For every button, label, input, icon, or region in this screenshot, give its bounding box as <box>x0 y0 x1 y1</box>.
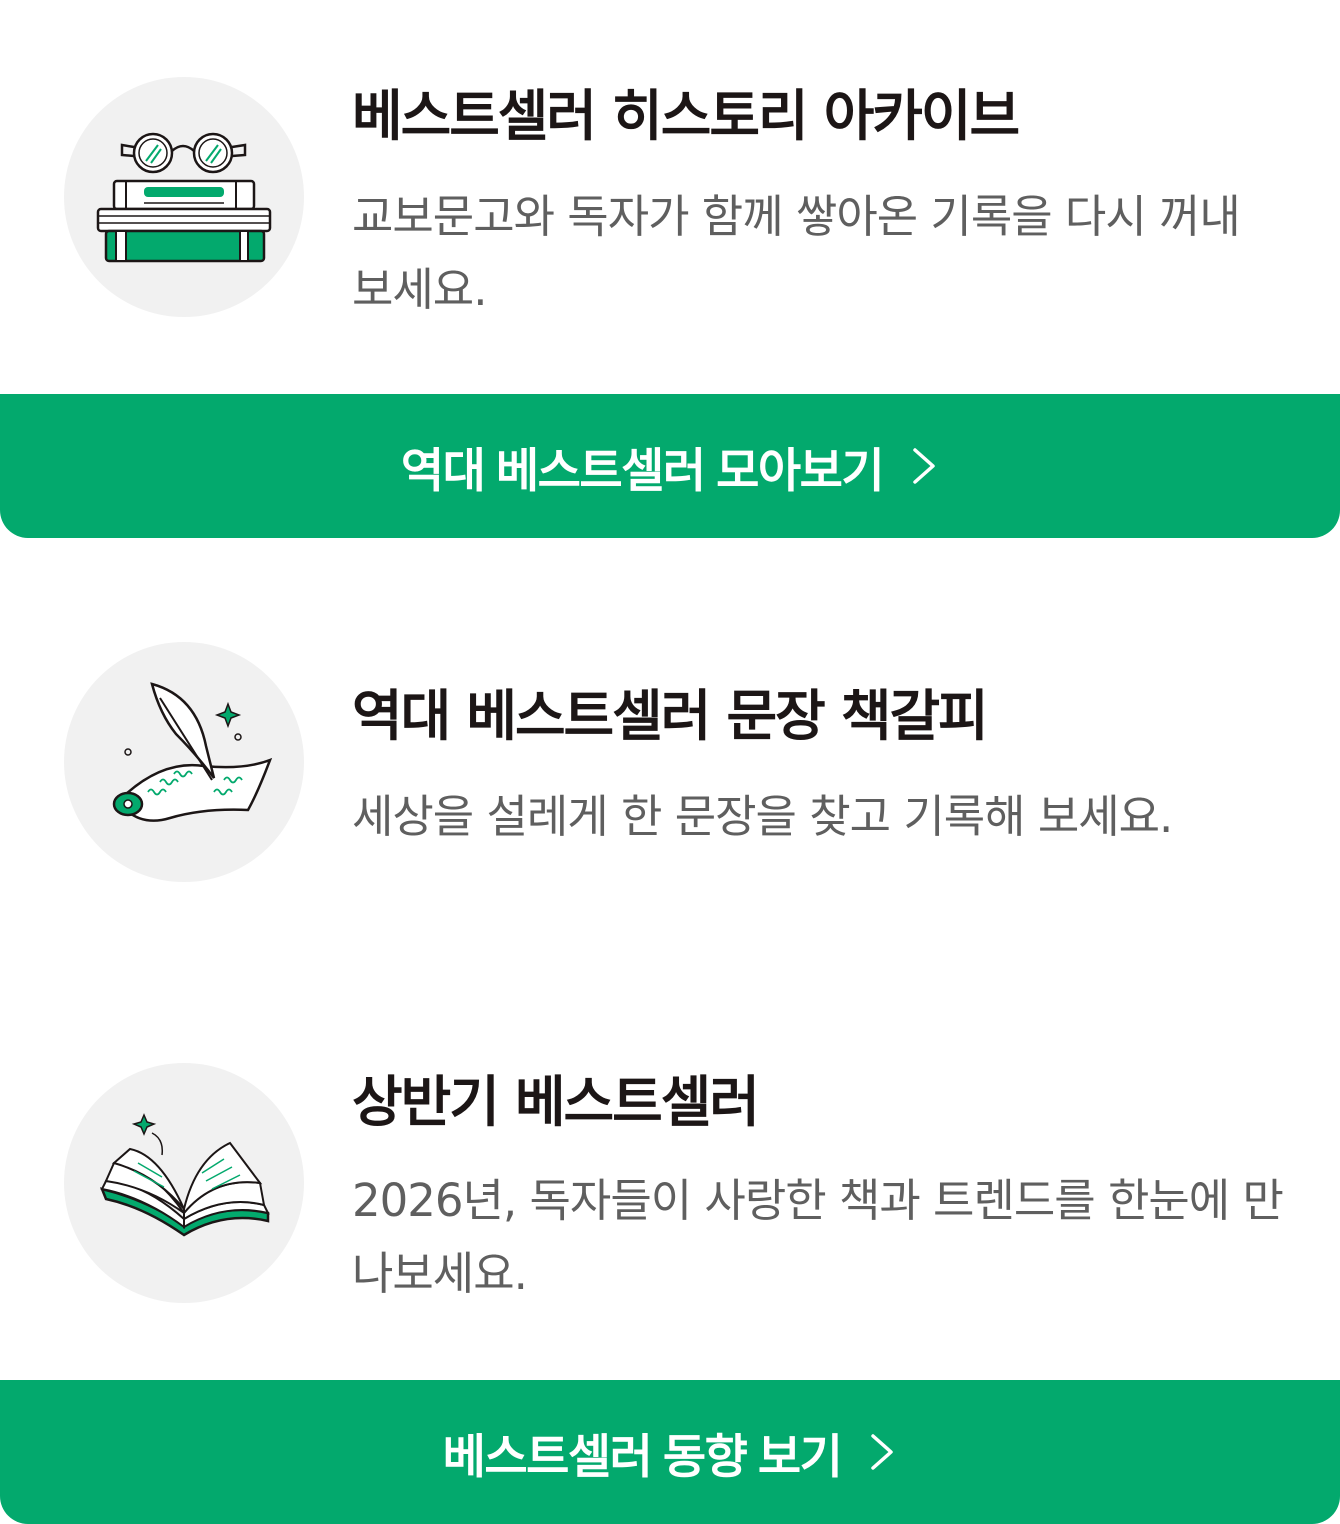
bestseller-menu-page: 베스트셀러 히스토리 아카이브 교보문고와 독자가 함께 쌓아온 기록을 다시 … <box>0 0 1340 1524</box>
section-description: 세상을 설레게 한 문장을 찾고 기록해 보세요. <box>352 790 1173 843</box>
books-and-glasses-icon <box>64 77 304 317</box>
section-description: 교보문고와 독자가 함께 쌓아온 기록을 다시 꺼내 보세요. <box>352 190 1241 316</box>
history-archive-section: 베스트셀러 히스토리 아카이브 교보문고와 독자가 함께 쌓아온 기록을 다시 … <box>0 0 1340 394</box>
button-label: 베스트셀러 동향 보기 <box>442 1429 843 1483</box>
quill-and-scroll-icon <box>64 642 304 882</box>
view-all-time-bestsellers-button[interactable]: 역대 베스트셀러 모아보기 <box>0 394 1340 538</box>
view-bestseller-trends-button[interactable]: 베스트셀러 동향 보기 <box>0 1380 1340 1524</box>
chevron-right-icon <box>867 1430 897 1474</box>
section-title: 상반기 베스트셀러 <box>352 1070 760 1134</box>
half-year-bestseller-section: 상반기 베스트셀러 2026년, 독자들이 사랑한 책과 트렌드를 한눈에 만나… <box>0 958 1340 1380</box>
sentence-bookmark-section: 역대 베스트셀러 문장 책갈피 세상을 설레게 한 문장을 찾고 기록해 보세요… <box>0 538 1340 958</box>
chevron-right-icon <box>909 444 939 488</box>
button-label: 역대 베스트셀러 모아보기 <box>400 443 885 497</box>
section-description: 2026년, 독자들이 사랑한 책과 트렌드를 한눈에 만나보세요. <box>352 1174 1284 1300</box>
open-book-icon <box>64 1063 304 1303</box>
section-title: 베스트셀러 히스토리 아카이브 <box>352 84 1020 148</box>
section-title: 역대 베스트셀러 문장 책갈피 <box>352 684 989 748</box>
